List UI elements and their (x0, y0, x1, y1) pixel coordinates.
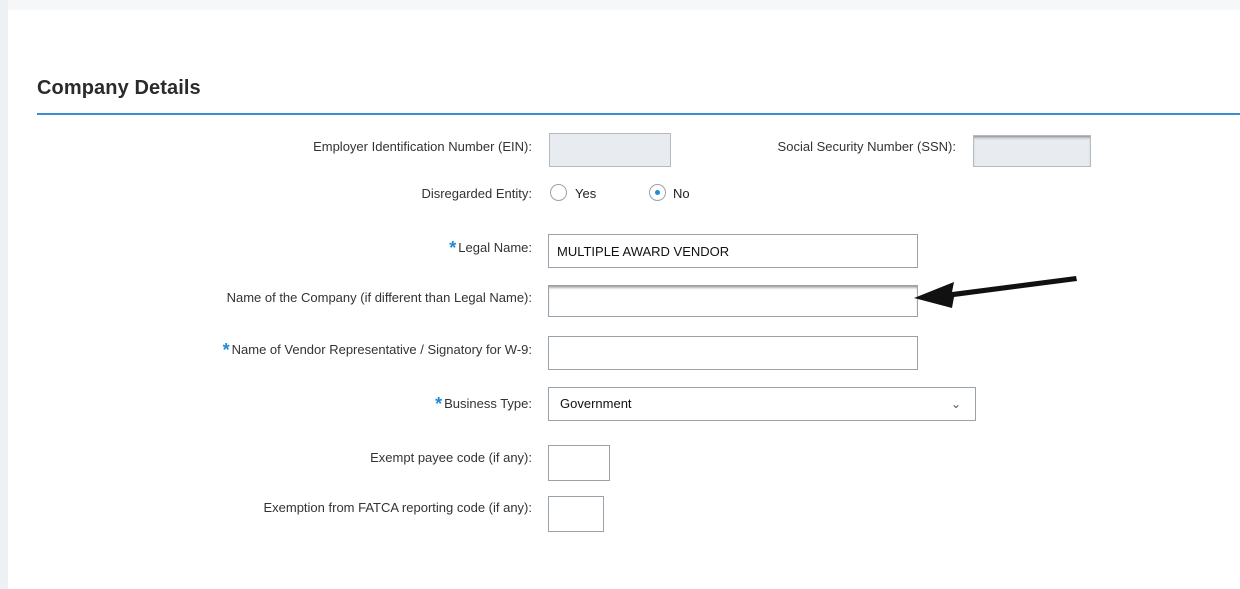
required-asterisk: * (222, 340, 230, 360)
required-asterisk: * (449, 238, 457, 258)
ssn-field[interactable] (973, 135, 1091, 167)
top-band (8, 0, 1240, 10)
legal-name-label: * Legal Name: (300, 238, 532, 258)
disregarded-no-label: No (673, 186, 690, 201)
ssn-label: Social Security Number (SSN): (777, 139, 956, 154)
representative-label-text: Name of Vendor Representative / Signator… (231, 342, 532, 357)
company-name-field[interactable] (548, 285, 918, 317)
disregarded-entity-label: Disregarded Entity: (421, 186, 532, 201)
section-title: Company Details (37, 77, 201, 99)
required-asterisk: * (435, 394, 443, 414)
section-divider (37, 113, 1240, 115)
ein-field[interactable] (549, 133, 671, 167)
legal-name-field[interactable] (548, 234, 918, 268)
company-name-label: Name of the Company (if different than L… (226, 290, 532, 305)
left-gutter (0, 0, 8, 589)
representative-label: * Name of Vendor Representative / Signato… (20, 340, 532, 360)
ein-label: Employer Identification Number (EIN): (313, 139, 532, 154)
business-type-value: Government (560, 396, 632, 411)
business-type-select[interactable]: Government ⌄ (548, 387, 976, 421)
black-arrow-icon (914, 276, 1077, 308)
exempt-payee-field[interactable] (548, 445, 610, 481)
chevron-down-icon: ⌄ (950, 397, 961, 411)
business-type-label-text: Business Type: (444, 396, 532, 411)
disregarded-yes-radio[interactable] (550, 184, 567, 201)
fatca-field[interactable] (548, 496, 604, 532)
disregarded-no-radio[interactable] (649, 184, 666, 201)
legal-name-label-text: Legal Name: (458, 240, 532, 255)
representative-field[interactable] (548, 336, 918, 370)
fatca-label: Exemption from FATCA reporting code (if … (263, 500, 532, 515)
business-type-label: * Business Type: (300, 394, 532, 414)
exempt-payee-label: Exempt payee code (if any): (370, 450, 532, 465)
radio-selected-dot (655, 190, 660, 195)
disregarded-yes-label: Yes (575, 186, 597, 201)
